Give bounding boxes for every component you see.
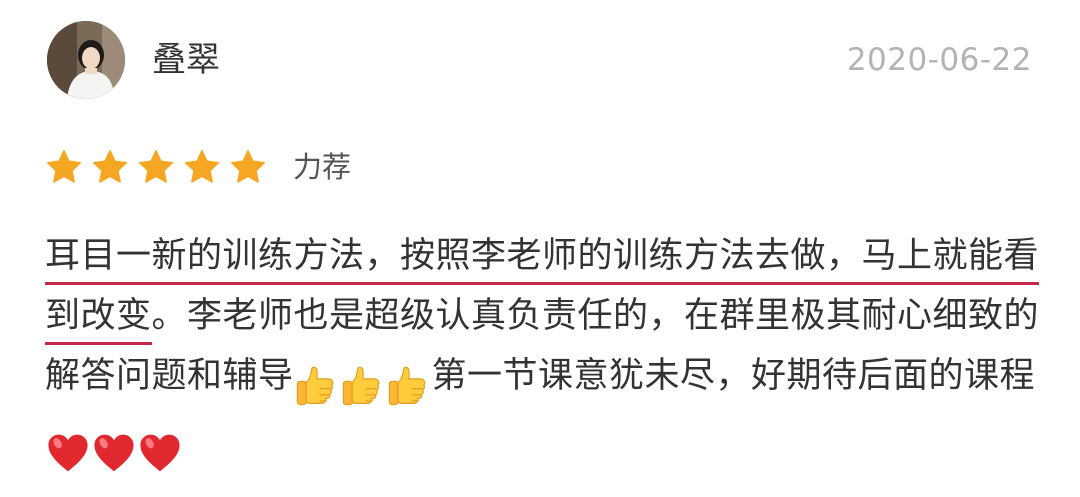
reviewer-name[interactable]: 叠翠 bbox=[152, 38, 220, 82]
avatar-photo bbox=[47, 21, 125, 99]
star-icon bbox=[230, 150, 266, 183]
avatar[interactable] bbox=[47, 21, 125, 99]
review-card: 叠翠 2020-06-22 力荐 耳目一新的训练方法，按照李老师的训练方法去做，… bbox=[0, 0, 1080, 497]
red-heart-icon bbox=[140, 434, 180, 472]
star-icon bbox=[46, 150, 82, 183]
red-heart-icon bbox=[94, 434, 134, 472]
star-rating bbox=[45, 148, 275, 186]
star-icon bbox=[138, 150, 174, 183]
heart-emoji-group bbox=[45, 422, 183, 482]
star-icon bbox=[92, 150, 128, 183]
red-heart-icon bbox=[48, 434, 88, 472]
review-date: 2020-06-22 bbox=[846, 42, 1032, 78]
review-text-part-2: 第一节课意犹未尽，好期待后面的课程 bbox=[431, 356, 1036, 396]
thumbs-up-emoji-group bbox=[294, 354, 432, 414]
star-icon bbox=[184, 150, 220, 183]
thumbs-up-icon bbox=[296, 366, 334, 406]
rating-row: 力荐 bbox=[45, 143, 351, 191]
thumbs-up-icon bbox=[388, 366, 426, 406]
review-text: 耳目一新的训练方法，按照李老师的训练方法去做，马上就能看到改变。李老师也是超级认… bbox=[45, 226, 1040, 482]
rating-label: 力荐 bbox=[293, 150, 352, 184]
thumbs-up-icon bbox=[342, 366, 380, 406]
